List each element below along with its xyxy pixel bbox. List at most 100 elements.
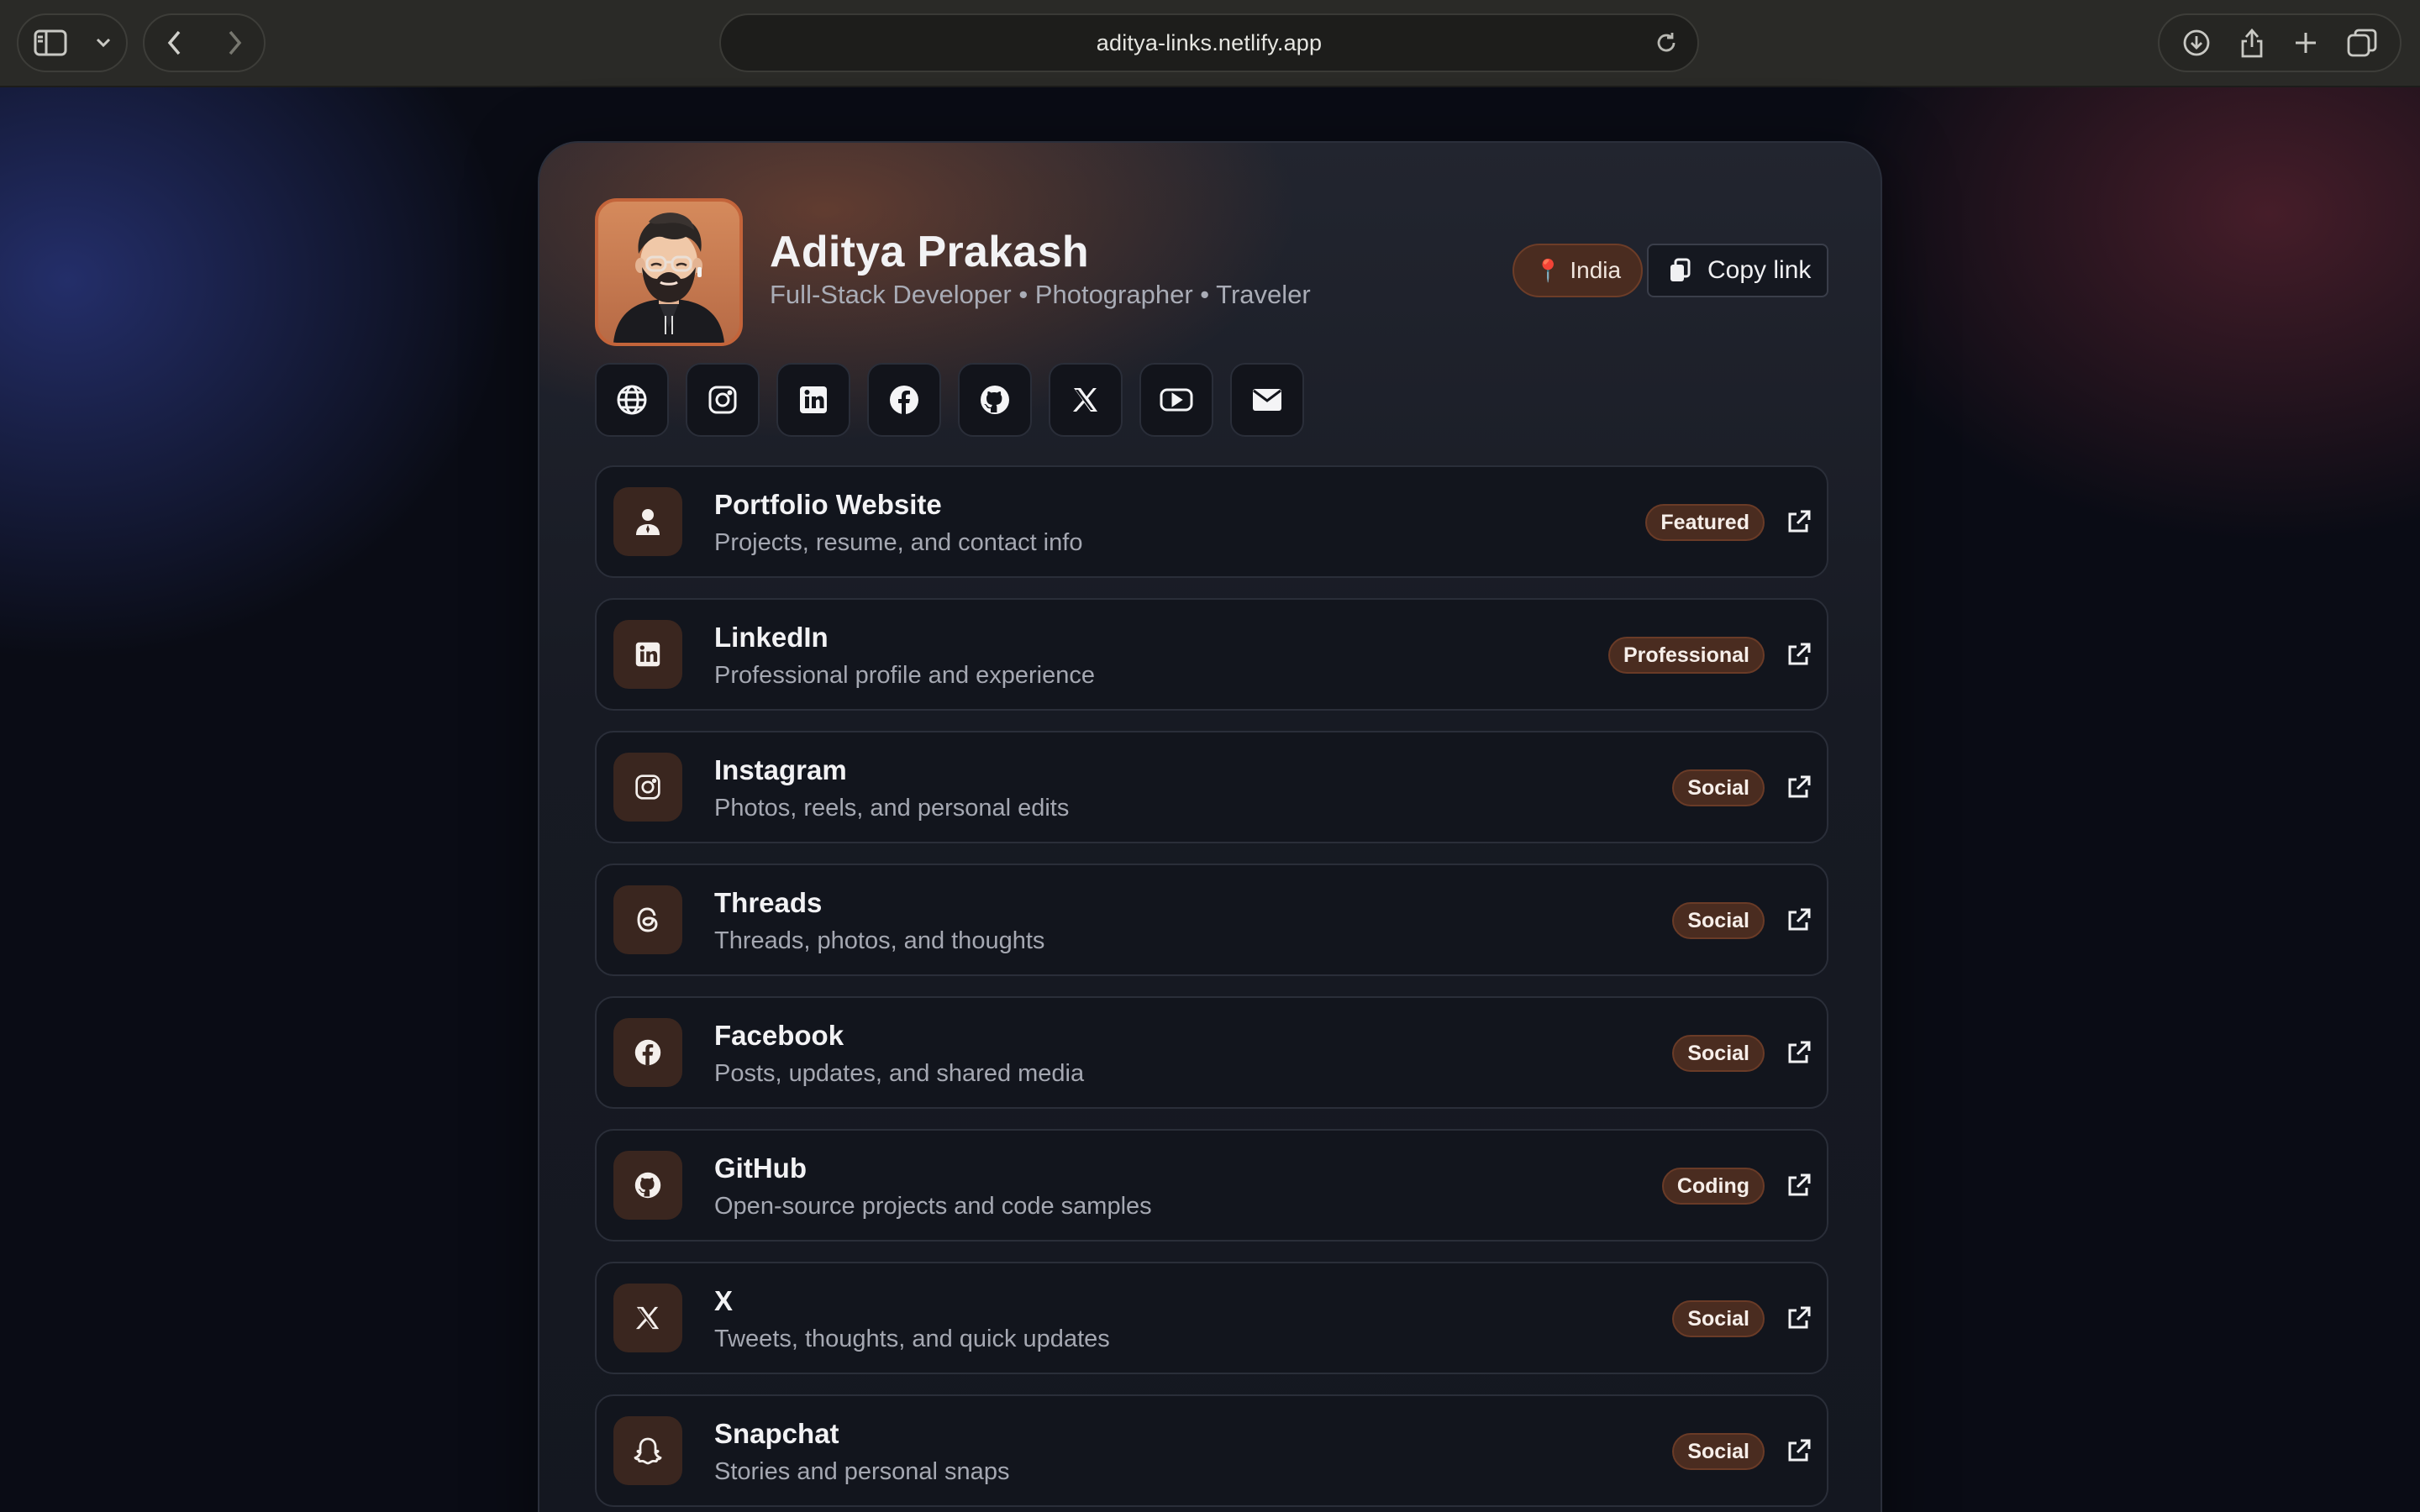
browser-toolbar: aditya-links.netlify.app xyxy=(0,0,2420,87)
link-card-facebook[interactable]: Facebook Posts, updates, and shared medi… xyxy=(595,996,1828,1109)
facebook-icon xyxy=(890,386,918,414)
link-badge: Professional xyxy=(1607,637,1765,674)
external-link-icon xyxy=(1785,1040,1812,1071)
tabs-icon xyxy=(2347,29,2376,57)
tab-overview-button[interactable] xyxy=(2346,15,2378,71)
link-card-portfolio[interactable]: Portfolio Website Projects, resume, and … xyxy=(595,465,1828,578)
link-description: Posts, updates, and shared media xyxy=(714,1060,1085,1087)
avatar xyxy=(595,198,743,346)
link-title: Portfolio Website xyxy=(714,489,942,520)
link-icon-tile xyxy=(613,620,682,689)
address-bar-url[interactable]: aditya-links.netlify.app xyxy=(1097,30,1322,56)
location-badge: 📍 India xyxy=(1512,244,1644,297)
link-card-instagram[interactable]: Instagram Photos, reels, and personal ed… xyxy=(595,731,1828,843)
instagram-icon xyxy=(708,386,737,414)
link-description: Open-source projects and code samples xyxy=(714,1193,1152,1220)
linkedin-icon xyxy=(800,386,827,413)
sidebar-toggle-group xyxy=(17,13,128,72)
link-description: Tweets, thoughts, and quick updates xyxy=(714,1326,1110,1352)
new-tab-button[interactable] xyxy=(2293,15,2318,71)
link-card-github[interactable]: GitHub Open-source projects and code sam… xyxy=(595,1129,1828,1242)
x-social-button[interactable] xyxy=(1049,363,1123,437)
forward-button[interactable] xyxy=(204,15,264,71)
snapchat-icon xyxy=(634,1437,662,1465)
link-description: Photos, reels, and personal edits xyxy=(714,795,1070,822)
share-icon xyxy=(2241,28,2262,58)
link-icon-tile xyxy=(613,885,682,954)
github-social-button[interactable] xyxy=(958,363,1032,437)
sidebar-toggle-button[interactable] xyxy=(18,15,82,71)
link-description: Professional profile and experience xyxy=(714,662,1095,689)
link-badge: Coding xyxy=(1661,1168,1765,1205)
link-card-x[interactable]: X Tweets, thoughts, and quick updates So… xyxy=(595,1262,1828,1374)
social-icons-row xyxy=(595,363,1304,437)
linkedin-icon xyxy=(635,642,660,667)
facebook-icon xyxy=(634,1039,661,1066)
back-button[interactable] xyxy=(145,15,204,71)
link-description: Projects, resume, and contact info xyxy=(714,529,1083,556)
globe-icon xyxy=(617,385,647,415)
profile-card: Aditya Prakash Full-Stack Developer • Ph… xyxy=(538,141,1882,1512)
chevron-left-icon xyxy=(167,30,180,55)
threads-icon xyxy=(637,907,658,932)
external-link-icon xyxy=(1785,774,1812,806)
person-icon xyxy=(636,509,660,535)
link-badge: Social xyxy=(1672,1300,1765,1337)
copy-link-button[interactable]: Copy link xyxy=(1647,244,1828,297)
profile-tagline: Full-Stack Developer • Photographer • Tr… xyxy=(770,280,1311,309)
share-button[interactable] xyxy=(2238,15,2265,71)
link-description: Threads, photos, and thoughts xyxy=(714,927,1045,954)
mail-icon xyxy=(1253,389,1281,411)
links-list: Portfolio Website Projects, resume, and … xyxy=(595,465,1828,1512)
link-title: LinkedIn xyxy=(714,622,829,653)
x-icon xyxy=(635,1306,660,1330)
tab-group-menu-button[interactable] xyxy=(82,15,124,71)
link-title: Instagram xyxy=(714,754,847,785)
external-link-icon xyxy=(1785,1305,1812,1336)
github-icon xyxy=(981,386,1009,414)
link-title: Threads xyxy=(714,887,823,918)
link-description: Stories and personal snaps xyxy=(714,1458,1010,1485)
reload-icon xyxy=(1657,33,1676,52)
copy-icon xyxy=(1670,258,1691,281)
link-title: Snapchat xyxy=(714,1418,839,1449)
instagram-icon xyxy=(635,774,660,800)
link-title: GitHub xyxy=(714,1152,807,1184)
plus-icon xyxy=(2295,33,2316,53)
link-card-threads[interactable]: Threads Threads, photos, and thoughts So… xyxy=(595,864,1828,976)
external-link-icon xyxy=(1785,642,1812,673)
downloads-button[interactable] xyxy=(2182,15,2211,71)
link-badge: Featured xyxy=(1645,504,1765,541)
link-badge: Social xyxy=(1672,1035,1765,1072)
external-link-icon xyxy=(1785,509,1812,540)
github-icon xyxy=(634,1172,661,1199)
link-icon-tile xyxy=(613,753,682,822)
reload-button[interactable] xyxy=(1654,30,1679,60)
youtube-social-button[interactable] xyxy=(1139,363,1213,437)
history-nav-group xyxy=(143,13,266,72)
link-card-linkedin[interactable]: LinkedIn Professional profile and experi… xyxy=(595,598,1828,711)
link-title: Facebook xyxy=(714,1020,844,1051)
website-social-button[interactable] xyxy=(595,363,669,437)
link-icon-tile xyxy=(613,1018,682,1087)
instagram-social-button[interactable] xyxy=(686,363,760,437)
external-link-icon xyxy=(1785,1438,1812,1469)
link-badge: Social xyxy=(1672,1433,1765,1470)
link-icon-tile xyxy=(613,1284,682,1352)
link-icon-tile xyxy=(613,1151,682,1220)
address-bar[interactable]: aditya-links.netlify.app xyxy=(719,13,1699,72)
link-badge: Social xyxy=(1672,902,1765,939)
youtube-icon xyxy=(1160,388,1193,412)
chevron-down-icon xyxy=(96,38,111,48)
link-icon-tile xyxy=(613,487,682,556)
toolbar-actions xyxy=(2158,13,2402,72)
memoji-avatar-image xyxy=(613,213,724,343)
chevron-right-icon xyxy=(229,30,241,55)
facebook-social-button[interactable] xyxy=(867,363,941,437)
linkedin-social-button[interactable] xyxy=(776,363,850,437)
link-badge: Social xyxy=(1672,769,1765,806)
external-link-icon xyxy=(1785,1173,1812,1204)
location-label: India xyxy=(1570,257,1622,283)
link-card-snapchat[interactable]: Snapchat Stories and personal snaps Soci… xyxy=(595,1394,1828,1507)
email-social-button[interactable] xyxy=(1230,363,1304,437)
